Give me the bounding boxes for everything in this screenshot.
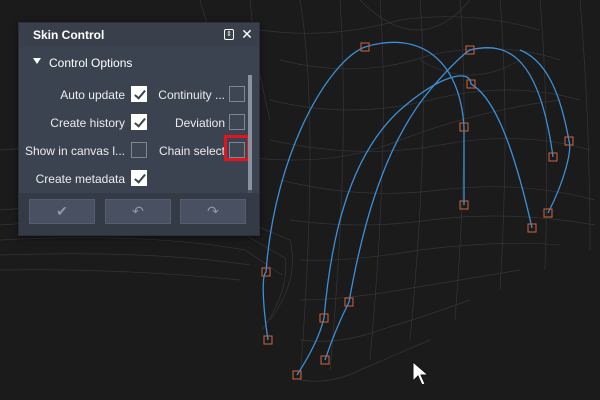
- create-history-label: Create history: [50, 116, 125, 130]
- apply-button[interactable]: ✔: [29, 199, 95, 224]
- dock-toggle-icon[interactable]: ⇕: [221, 26, 237, 42]
- deviation-checkbox[interactable]: [229, 114, 245, 130]
- continuity-checkbox[interactable]: [229, 86, 245, 102]
- undo-button[interactable]: ↶: [105, 199, 171, 224]
- skin-control-panel: Skin Control ⇕ ✕ Control Options Auto up…: [18, 22, 260, 236]
- deviation-label: Deviation: [174, 116, 225, 130]
- check-icon: ✔: [56, 203, 68, 219]
- create-history-checkbox[interactable]: [131, 114, 147, 130]
- redo-icon: ↷: [207, 203, 219, 219]
- profile-curve-3: [324, 47, 554, 361]
- control-options-section-header[interactable]: Control Options: [19, 53, 259, 73]
- show-in-canvas-checkbox[interactable]: [131, 142, 147, 158]
- section-title: Control Options: [49, 56, 133, 70]
- auto-update-checkbox[interactable]: [131, 86, 147, 102]
- chain-select-label: Chain select: [158, 144, 225, 158]
- create-metadata-label: Create metadata: [35, 172, 125, 186]
- show-in-canvas-label: Show in canvas l...: [24, 144, 125, 158]
- panel-footer: ✔ ↶ ↷: [19, 193, 259, 235]
- create-metadata-checkbox[interactable]: [131, 170, 147, 186]
- profile-curve-2: [296, 75, 533, 376]
- scrollbar-thumb[interactable]: [248, 75, 252, 190]
- options-scrollbar[interactable]: [248, 75, 252, 193]
- auto-update-label: Auto update: [60, 88, 125, 102]
- chain-select-highlight: [224, 135, 250, 161]
- continuity-label: Continuity ...: [158, 88, 225, 102]
- panel-title: Skin Control: [33, 28, 105, 42]
- panel-titlebar[interactable]: Skin Control ⇕ ✕: [19, 23, 259, 47]
- collapse-triangle-icon: [33, 58, 41, 64]
- redo-button[interactable]: ↷: [180, 199, 246, 224]
- close-icon[interactable]: ✕: [239, 26, 255, 42]
- undo-icon: ↶: [132, 203, 144, 219]
- mouse-pointer-icon: [412, 361, 430, 386]
